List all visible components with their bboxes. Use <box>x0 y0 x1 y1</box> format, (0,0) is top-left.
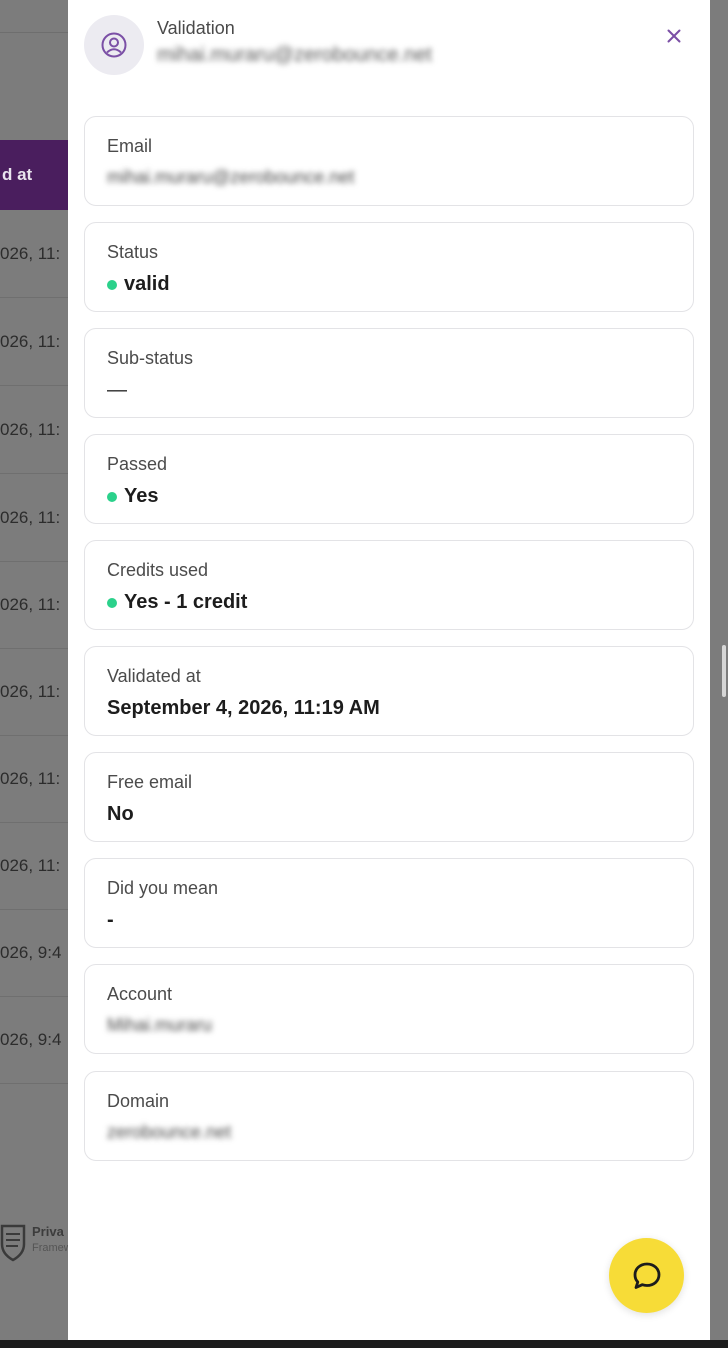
background-table-row: 026, 11: <box>0 561 68 649</box>
card-label: Validated at <box>107 666 201 686</box>
background-table-row: 026, 9:4 <box>0 996 68 1084</box>
passed-value: Yes <box>124 485 159 507</box>
credits-used-card: Credits used Yes - 1 credit <box>84 540 694 630</box>
background-table-row: 026, 11: <box>0 474 68 562</box>
footer-line-1: Priva <box>32 1224 64 1239</box>
card-label: Free email <box>107 772 193 792</box>
validated-at-value: September 4, 2026, 11:19 AM <box>107 697 380 719</box>
status-dot-icon <box>107 279 117 290</box>
status-value: valid <box>124 273 170 295</box>
card-value: September 4, 2026, 11:19 AM <box>107 697 380 720</box>
card-label: Domain <box>107 1091 170 1111</box>
close-button[interactable] <box>661 23 687 49</box>
card-value: No <box>107 803 134 826</box>
card-value: valid <box>107 273 170 296</box>
background-table-row: 026, 11: <box>0 298 68 386</box>
background-table-row: 026, 11: <box>0 822 68 910</box>
sub-status-card: Sub-status — <box>84 328 694 418</box>
card-value: - <box>107 909 114 932</box>
passed-card: Passed Yes <box>84 434 694 524</box>
status-card: Status valid <box>84 222 694 312</box>
background-table-row: 026, 11: <box>0 735 68 823</box>
did-you-mean-value: - <box>107 909 114 931</box>
chat-bubble-icon[interactable] <box>630 1259 664 1293</box>
close-icon[interactable] <box>667 29 681 43</box>
free-email-value: No <box>107 803 134 825</box>
background-footer-text: Priva Framew <box>32 1224 68 1256</box>
card-value: Yes - 1 credit <box>107 591 247 614</box>
card-label: Sub-status <box>107 348 194 368</box>
validated-at-card: Validated at September 4, 2026, 11:19 AM <box>84 646 694 736</box>
background-table-row: 026, 9:4 <box>0 909 68 997</box>
background-table-header: d at <box>0 140 68 210</box>
card-value: — <box>107 379 127 402</box>
background-table-row: 026, 11: <box>0 386 68 474</box>
validation-drawer: Validation mihai.muraru@zerobounce.net E… <box>68 0 710 1340</box>
background-table-row: 026, 11: <box>0 210 68 298</box>
drawer-title: Validation <box>157 18 235 38</box>
background-table-row: 026, 11: <box>0 648 68 736</box>
user-circle-icon <box>101 32 127 58</box>
sub-status-value: — <box>107 379 127 401</box>
free-email-card: Free email No <box>84 752 694 842</box>
account-card: Account Mihai.muraru <box>84 964 694 1054</box>
card-label: Passed <box>107 454 168 474</box>
email-card: Email mihai.muraru@zerobounce.net <box>84 116 694 206</box>
card-value: mihai.muraru@zerobounce.net <box>107 167 354 188</box>
credits-dot-icon <box>107 597 117 608</box>
card-label: Status <box>107 242 159 262</box>
card-value: zerobounce.net <box>107 1122 231 1143</box>
bottom-edge <box>0 1340 728 1348</box>
account-value: Mihai.muraru <box>107 1015 213 1035</box>
avatar <box>84 15 144 75</box>
drawer-header: Validation mihai.muraru@zerobounce.net <box>68 0 710 100</box>
footer-line-2: Framew <box>32 1242 68 1254</box>
card-label: Account <box>107 984 173 1004</box>
card-label: Credits used <box>107 560 209 580</box>
background-divider <box>0 32 68 33</box>
privacy-shield-logo-icon <box>0 1224 26 1262</box>
credits-used-value: Yes - 1 credit <box>124 591 248 613</box>
email-value: mihai.muraru@zerobounce.net <box>107 167 355 187</box>
page-scrollbar[interactable] <box>722 645 726 697</box>
did-you-mean-card: Did you mean - <box>84 858 694 948</box>
drawer-email: mihai.muraru@zerobounce.net <box>157 44 432 66</box>
chat-launcher-button[interactable] <box>609 1238 684 1313</box>
card-label: Did you mean <box>107 878 219 898</box>
passed-dot-icon <box>107 491 117 502</box>
domain-card: Domain zerobounce.net <box>84 1071 694 1161</box>
card-label: Email <box>107 136 153 156</box>
card-value: Yes <box>107 485 158 508</box>
card-value: Mihai.muraru <box>107 1015 212 1036</box>
domain-value: zerobounce.net <box>107 1122 232 1142</box>
